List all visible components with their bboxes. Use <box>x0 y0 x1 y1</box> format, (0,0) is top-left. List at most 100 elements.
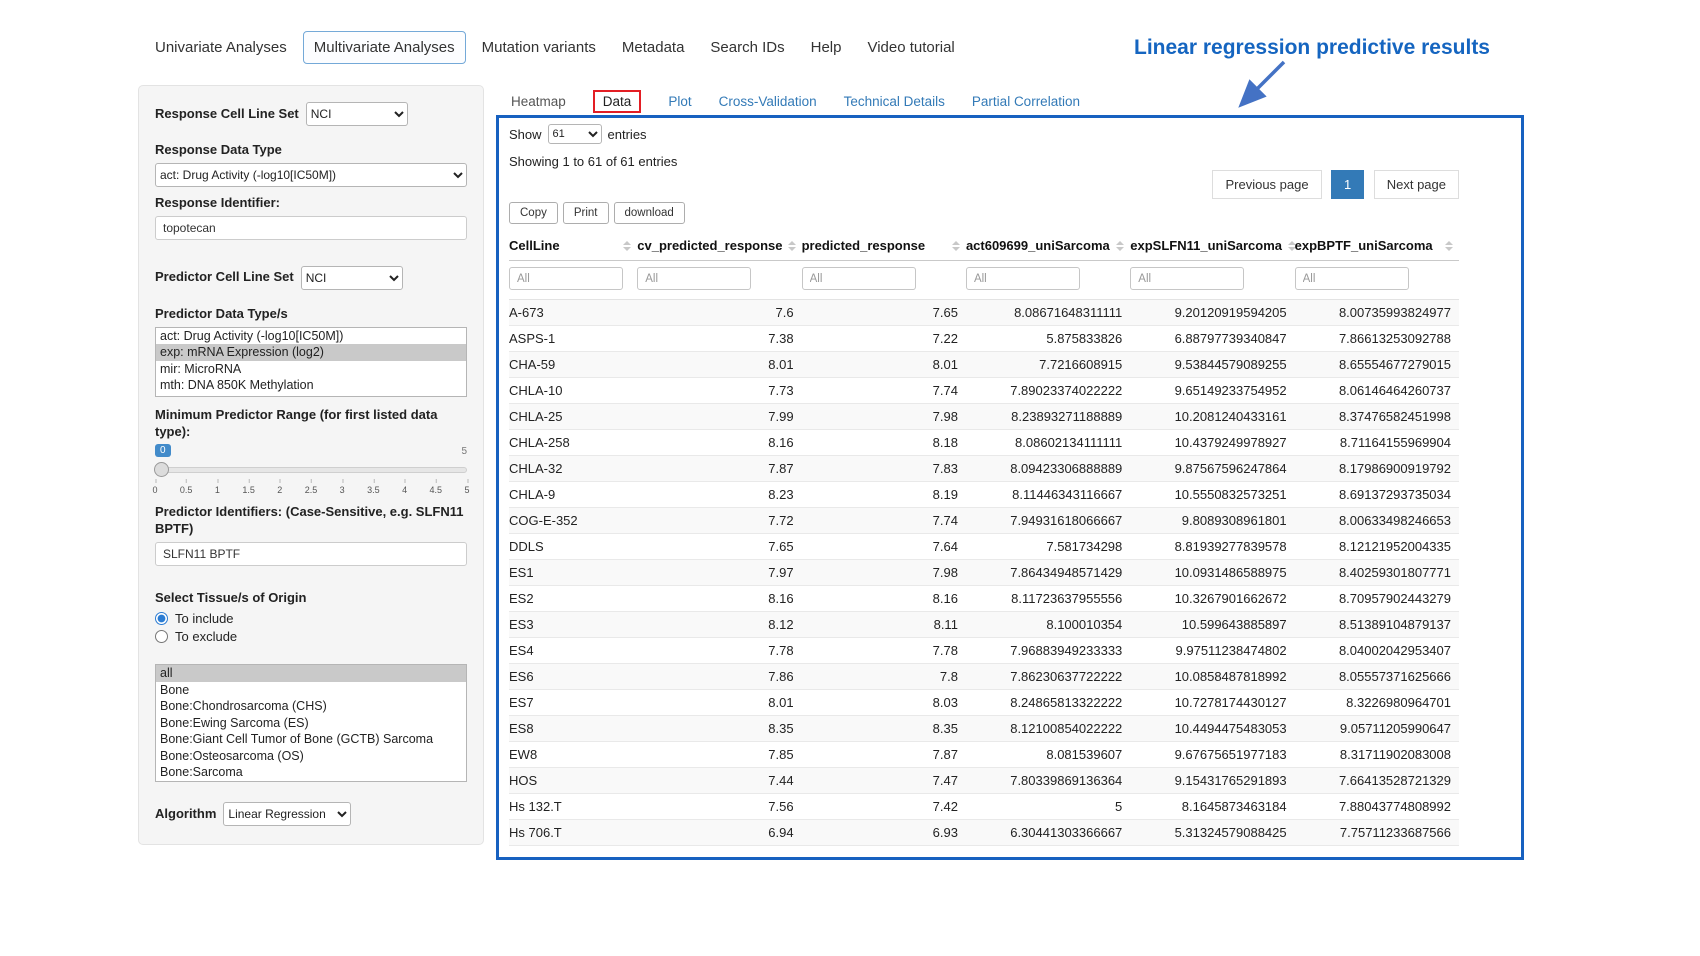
column-header-predicted-response[interactable]: predicted_response <box>802 232 966 261</box>
response-data-type-select[interactable]: act: Drug Activity (-log10[IC50M]) <box>155 163 467 187</box>
listbox-option-bone-ewing-sarcoma-es[interactable]: Bone:Ewing Sarcoma (ES) <box>156 715 466 732</box>
nav-tab-univariate-analyses[interactable]: Univariate Analyses <box>145 32 297 63</box>
numeric-value: 10.4379249978927 <box>1130 430 1294 456</box>
column-header-label: predicted_response <box>802 238 926 253</box>
tissue-label: Select Tissue/s of Origin <box>155 590 467 607</box>
numeric-value: 7.74 <box>802 378 966 404</box>
cellline-value: ES3 <box>509 612 637 638</box>
numeric-value: 8.69137293735034 <box>1295 482 1459 508</box>
copy-button[interactable]: Copy <box>509 202 558 224</box>
table-row: EW87.857.878.0815396079.676756519771838.… <box>509 742 1459 768</box>
response-cell-line-set-select[interactable]: NCI <box>306 102 408 126</box>
column-header-label: expBPTF_uniSarcoma <box>1295 238 1433 253</box>
listbox-option-mir-microrna[interactable]: mir: MicroRNA <box>156 361 466 378</box>
sort-icon[interactable] <box>1116 241 1124 251</box>
next-page-button[interactable]: Next page <box>1374 170 1459 199</box>
nav-tab-help[interactable]: Help <box>801 32 852 63</box>
predictor-data-types-label: Predictor Data Type/s <box>155 306 467 323</box>
algorithm-select[interactable]: Linear Regression <box>223 802 351 826</box>
sort-icon[interactable] <box>623 241 631 251</box>
nav-tab-mutation-variants[interactable]: Mutation variants <box>472 32 606 63</box>
nav-tab-video-tutorial[interactable]: Video tutorial <box>857 32 964 63</box>
numeric-value: 8.37476582451998 <box>1295 404 1459 430</box>
cellline-value: ES4 <box>509 638 637 664</box>
tab-technical-details[interactable]: Technical Details <box>844 94 945 109</box>
tab-heatmap[interactable]: Heatmap <box>511 94 566 109</box>
numeric-value: 8.12 <box>637 612 801 638</box>
numeric-value: 8.04002042953407 <box>1295 638 1459 664</box>
show-entries-select[interactable]: 61 <box>548 124 602 144</box>
column-header-expbptf-unisarcoma[interactable]: expBPTF_uniSarcoma <box>1295 232 1459 261</box>
tissue-radio-input-to-include[interactable] <box>155 612 168 625</box>
predictor-data-types-listbox[interactable]: act: Drug Activity (-log10[IC50M])exp: m… <box>155 327 467 397</box>
min-predictor-range-slider[interactable]: 0 5 00.511.522.533.544.55 <box>155 444 467 498</box>
listbox-option-bone[interactable]: Bone <box>156 682 466 699</box>
nav-tab-multivariate-analyses[interactable]: Multivariate Analyses <box>303 31 466 64</box>
filter-input-predicted-response[interactable] <box>802 267 916 290</box>
column-header-label: CellLine <box>509 238 560 253</box>
predictor-identifiers-input[interactable] <box>155 542 467 566</box>
numeric-value: 8.12100854022222 <box>966 716 1130 742</box>
numeric-value: 8.08602134111111 <box>966 430 1130 456</box>
cellline-value: Hs 132.T <box>509 794 637 820</box>
slider-tick-label: 4.5 <box>430 485 443 495</box>
listbox-option-peripheral-nervous-system[interactable]: Peripheral_Nervous_System <box>156 781 466 783</box>
tab-cross-validation[interactable]: Cross-Validation <box>719 94 817 109</box>
sort-icon[interactable] <box>1445 241 1453 251</box>
listbox-option-act-drug-activity-log10-ic50m[interactable]: act: Drug Activity (-log10[IC50M]) <box>156 328 466 345</box>
filter-input-expbptf-unisarcoma[interactable] <box>1295 267 1409 290</box>
listbox-option-bone-giant-cell-tumor-of-bone-gctb-sarcoma[interactable]: Bone:Giant Cell Tumor of Bone (GCTB) Sar… <box>156 731 466 748</box>
listbox-option-bone-osteosarcoma-os[interactable]: Bone:Osteosarcoma (OS) <box>156 748 466 765</box>
predictor-cell-line-set-select[interactable]: NCI <box>301 266 403 290</box>
slider-track[interactable] <box>155 467 467 473</box>
column-header-act609699-unisarcoma[interactable]: act609699_uniSarcoma <box>966 232 1130 261</box>
numeric-value: 8.100010354 <box>966 612 1130 638</box>
column-header-cellline[interactable]: CellLine <box>509 232 637 261</box>
sort-icon[interactable] <box>952 241 960 251</box>
column-header-label: cv_predicted_response <box>637 238 782 253</box>
numeric-value: 7.64 <box>802 534 966 560</box>
slider-tick-label: 0.5 <box>180 485 193 495</box>
listbox-option-all[interactable]: all <box>156 665 466 682</box>
sort-icon[interactable] <box>788 241 796 251</box>
response-identifier-input[interactable] <box>155 216 467 240</box>
filter-input-cv-predicted-response[interactable] <box>637 267 751 290</box>
tab-partial-correlation[interactable]: Partial Correlation <box>972 94 1080 109</box>
tab-data[interactable]: Data <box>593 90 642 113</box>
tissue-radio-to-exclude[interactable]: To exclude <box>155 629 467 644</box>
filter-input-act609699-unisarcoma[interactable] <box>966 267 1080 290</box>
listbox-option-bone-chondrosarcoma-chs[interactable]: Bone:Chondrosarcoma (CHS) <box>156 698 466 715</box>
table-row: CHLA-107.737.747.890233740222229.6514923… <box>509 378 1459 404</box>
numeric-value: 8.65554677279015 <box>1295 352 1459 378</box>
listbox-option-mth-dna-850k-methylation[interactable]: mth: DNA 850K Methylation <box>156 377 466 394</box>
slider-handle[interactable] <box>154 462 169 477</box>
table-row: Hs 706.T6.946.936.304413033666675.313245… <box>509 820 1459 846</box>
filter-input-expslfn11-unisarcoma[interactable] <box>1130 267 1244 290</box>
filter-cell <box>637 261 801 300</box>
listbox-option-bone-sarcoma[interactable]: Bone:Sarcoma <box>156 764 466 781</box>
nav-tab-metadata[interactable]: Metadata <box>612 32 695 63</box>
filter-input-cellline[interactable] <box>509 267 623 290</box>
table-row: CHLA-2588.168.188.0860213411111110.43792… <box>509 430 1459 456</box>
tissue-radio-to-include[interactable]: To include <box>155 611 467 626</box>
numeric-value: 7.85 <box>637 742 801 768</box>
numeric-value: 10.0931486588975 <box>1130 560 1294 586</box>
column-header-expslfn11-unisarcoma[interactable]: expSLFN11_uniSarcoma <box>1130 232 1294 261</box>
column-header-label: act609699_uniSarcoma <box>966 238 1110 253</box>
numeric-value: 8.23 <box>637 482 801 508</box>
tissue-listbox[interactable]: allBoneBone:Chondrosarcoma (CHS)Bone:Ewi… <box>155 664 467 782</box>
numeric-value: 8.09423306888889 <box>966 456 1130 482</box>
previous-page-button[interactable]: Previous page <box>1212 170 1321 199</box>
download-button[interactable]: download <box>614 202 685 224</box>
numeric-value: 10.3267901662672 <box>1130 586 1294 612</box>
print-button[interactable]: Print <box>563 202 609 224</box>
page-number-button[interactable]: 1 <box>1331 170 1364 199</box>
tissue-radio-input-to-exclude[interactable] <box>155 630 168 643</box>
column-header-cv-predicted-response[interactable]: cv_predicted_response <box>637 232 801 261</box>
listbox-option-exp-mrna-expression-log2[interactable]: exp: mRNA Expression (log2) <box>156 344 466 361</box>
nav-tab-search-ids[interactable]: Search IDs <box>700 32 794 63</box>
tissue-field: Select Tissue/s of Origin To include To e… <box>155 590 467 644</box>
numeric-value: 8.11 <box>802 612 966 638</box>
data-table: CellLine cv_predicted_response predicted_r… <box>509 232 1459 846</box>
tab-plot[interactable]: Plot <box>668 94 691 109</box>
